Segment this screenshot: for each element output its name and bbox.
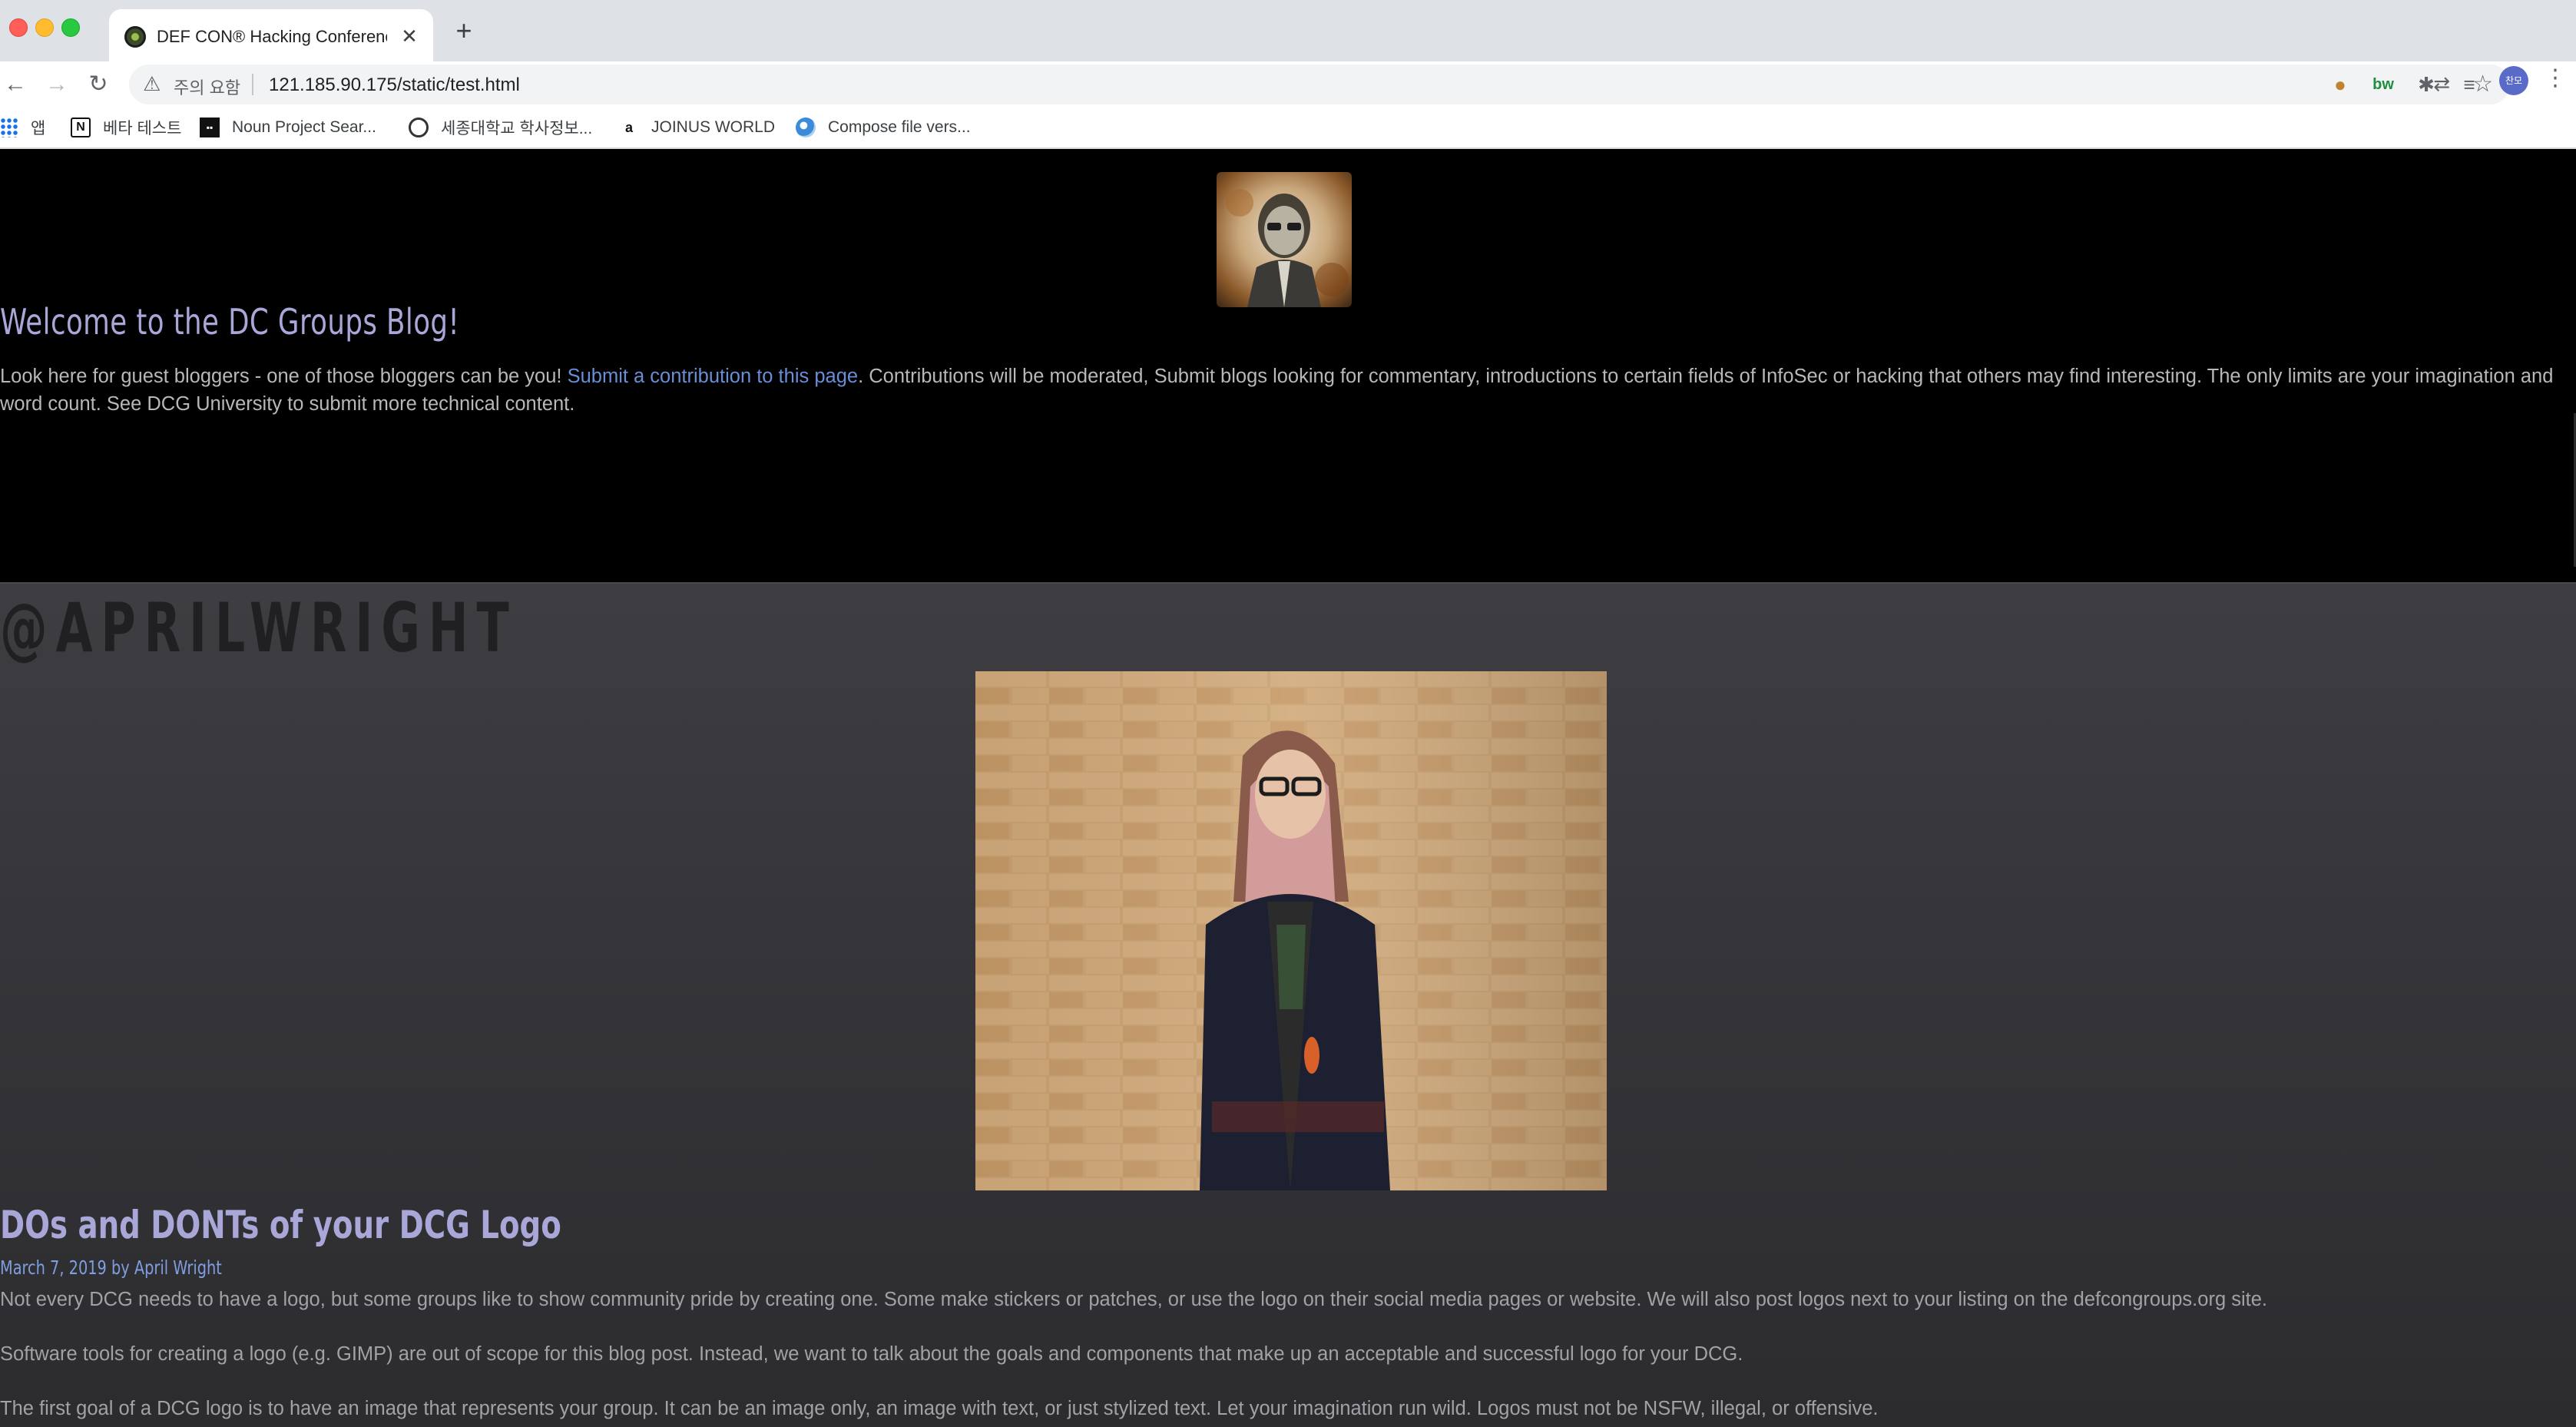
post-paragraph: The first goal of a DCG logo is to have …: [0, 1398, 1879, 1419]
url-text[interactable]: 121.185.90.175/static/test.html: [269, 74, 520, 96]
new-tab-button[interactable]: +: [449, 15, 479, 46]
amazon-icon: a: [624, 120, 633, 135]
close-tab-icon[interactable]: ✕: [396, 23, 422, 49]
reload-button[interactable]: ↻: [83, 69, 114, 100]
bookmark-sejong[interactable]: 세종대학교 학사정보...: [409, 112, 592, 143]
bookmark-compose-file[interactable]: Compose file vers...: [796, 112, 971, 143]
bookmarks-bar: 앱 N 베타 테스트 ▪▪ Noun Project Sear... 세종대학교…: [0, 106, 2576, 149]
active-tab[interactable]: DEF CON® Hacking Conference ✕: [109, 9, 433, 63]
author-handle: @APRILWRIGHT: [0, 588, 518, 667]
bw-icon[interactable]: bw: [2370, 72, 2396, 97]
bookmark-label: 세종대학교 학사정보...: [441, 120, 593, 137]
notion-icon: N: [71, 118, 91, 137]
forward-button[interactable]: →: [41, 69, 72, 100]
noun-project-icon: ▪▪: [200, 118, 220, 137]
post-paragraph: Not every DCG needs to have a logo, but …: [0, 1289, 2267, 1310]
globe-icon: [409, 118, 429, 137]
post-title[interactable]: DOs and DONTs of your DCG Logo: [0, 1203, 561, 1247]
apps-grid-icon: [0, 118, 18, 137]
blog-post-section: @APRILWRIGHT DOs and DONTs of your DCG L…: [0, 582, 2576, 1427]
defcon-favicon-icon: [124, 26, 146, 48]
omnibox-divider: [252, 74, 253, 95]
docker-icon: [796, 118, 816, 137]
blog-header: Welcome to the DC Groups Blog! Look here…: [0, 149, 2576, 582]
bookmark-label: 앱: [31, 120, 46, 137]
blog-intro: Look here for guest bloggers - one of th…: [0, 363, 2558, 418]
bookmark-label: JOINUS WORLD: [651, 118, 776, 136]
zoom-window-button[interactable]: [61, 18, 80, 37]
bookmark-joinus-world[interactable]: a JOINUS WORLD: [619, 112, 775, 143]
bookmark-beta-test[interactable]: N 베타 테스트: [71, 112, 181, 143]
tab-strip: DEF CON® Hacking Conference ✕ +: [0, 0, 2576, 63]
intro-text-start: Look here for guest bloggers - one of th…: [0, 366, 568, 387]
close-window-button[interactable]: [9, 18, 28, 37]
post-paragraph: Software tools for creating a logo (e.g.…: [0, 1343, 1743, 1365]
media-icon[interactable]: ≡: [2456, 72, 2482, 97]
minimize-window-button[interactable]: [35, 18, 54, 37]
menu-icon[interactable]: ⋮: [2544, 65, 2567, 91]
back-button[interactable]: ←: [0, 69, 31, 100]
bookmark-label: Compose file vers...: [828, 118, 971, 136]
bookmark-noun-project[interactable]: ▪▪ Noun Project Sear...: [200, 112, 376, 143]
blog-title: Welcome to the DC Groups Blog!: [0, 301, 460, 343]
submit-contribution-link[interactable]: Submit a contribution to this page: [568, 366, 858, 387]
bookmark-apps[interactable]: 앱: [0, 112, 45, 143]
puzzle-icon[interactable]: ✱: [2413, 72, 2439, 97]
tab-title: DEF CON® Hacking Conference: [157, 27, 387, 46]
profile-avatar[interactable]: 찬모: [2499, 66, 2528, 95]
bookmark-label: 베타 테스트: [103, 120, 182, 137]
bookmark-label: Noun Project Sear...: [232, 118, 376, 136]
warning-icon[interactable]: ⚠: [143, 72, 161, 96]
security-status-label[interactable]: 주의 요함: [174, 74, 240, 99]
cookie-icon[interactable]: ●: [2327, 72, 2353, 97]
page-content: Welcome to the DC Groups Blog! Look here…: [0, 149, 2576, 1427]
dcg-logo-portrait: [1217, 172, 1352, 307]
post-meta[interactable]: March 7, 2019 by April Wright: [0, 1256, 222, 1279]
portrait-illustration: [1226, 189, 1349, 307]
author-photo: [975, 671, 1607, 1190]
address-bar[interactable]: ⚠ 주의 요함 121.185.90.175/static/test.html …: [129, 65, 2510, 104]
brick-wall-photo: [975, 671, 1607, 1190]
